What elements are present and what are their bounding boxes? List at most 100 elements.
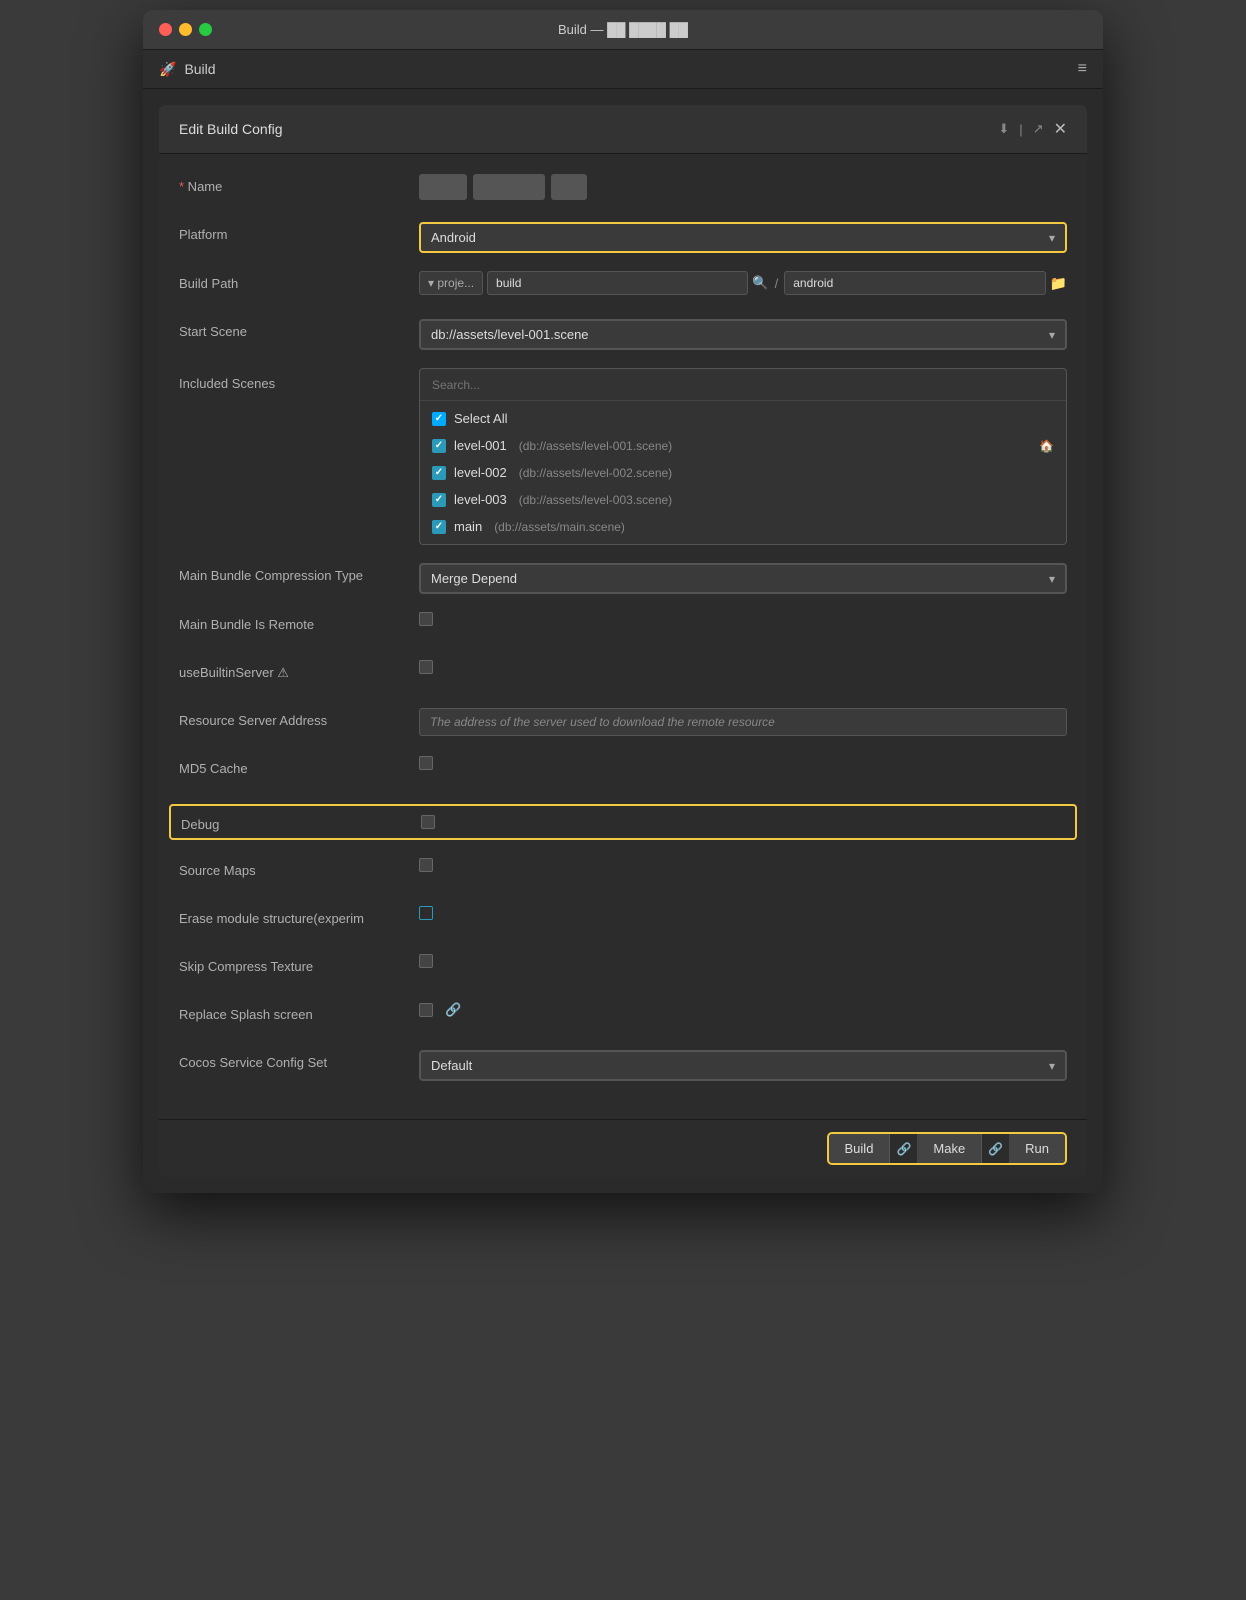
scenes-container: ✓ Select All ✓ level-001 (db://assets/ <box>419 368 1067 545</box>
cocos-service-select[interactable]: Default ▾ <box>419 1050 1067 1081</box>
build-folder-input[interactable]: build <box>487 271 748 295</box>
app-icon: 🚀 <box>159 61 176 78</box>
scene-item-level-003[interactable]: ✓ level-003 (db://assets/level-003.scene… <box>420 486 1066 513</box>
panel-header-actions: ⬇ | ↗ ✕ <box>998 119 1067 139</box>
run-button[interactable]: Run <box>1009 1134 1065 1163</box>
main-bundle-compression-row: Main Bundle Compression Type Merge Depen… <box>179 563 1067 594</box>
select-all-item[interactable]: ✓ Select All <box>420 405 1066 432</box>
select-all-label: Select All <box>454 411 507 426</box>
android-folder-input[interactable]: android <box>784 271 1045 295</box>
name-block-3 <box>551 174 587 200</box>
use-builtin-server-control <box>419 660 1067 674</box>
build-path-prefix[interactable]: ▾ proje... <box>419 271 483 295</box>
source-maps-control <box>419 858 1067 872</box>
scene-name-level-001: level-001 <box>454 438 507 453</box>
main-bundle-compression-control: Merge Depend ▾ <box>419 563 1067 594</box>
scene-name-level-003: level-003 <box>454 492 507 507</box>
menu-icon[interactable]: ≡ <box>1078 60 1087 78</box>
md5-cache-control <box>419 756 1067 770</box>
scenes-list: ✓ Select All ✓ level-001 (db://assets/ <box>420 401 1066 544</box>
debug-checkbox[interactable] <box>421 815 435 829</box>
erase-module-control <box>419 906 1067 920</box>
source-maps-checkbox[interactable] <box>419 858 433 872</box>
scene-checkbox-main[interactable]: ✓ <box>432 520 446 534</box>
main-bundle-remote-label: Main Bundle Is Remote <box>179 612 419 632</box>
main-bundle-compression-label: Main Bundle Compression Type <box>179 563 419 583</box>
platform-select[interactable]: Android ▾ <box>419 222 1067 253</box>
resource-server-input[interactable]: The address of the server used to downlo… <box>419 708 1067 736</box>
included-scenes-row: Included Scenes ✓ Select All <box>179 368 1067 545</box>
header-divider: | <box>1019 122 1022 137</box>
scene-path-level-003: (db://assets/level-003.scene) <box>519 493 672 507</box>
scene-item-main[interactable]: ✓ main (db://assets/main.scene) <box>420 513 1066 540</box>
cocos-service-row: Cocos Service Config Set Default ▾ <box>179 1050 1067 1081</box>
panel-content: * Name Platform Android ▾ <box>159 154 1087 1119</box>
platform-value: Android <box>431 230 476 245</box>
scene-path-level-002: (db://assets/level-002.scene) <box>519 466 672 480</box>
search-icon[interactable]: 🔍 <box>752 275 768 291</box>
scenes-search-input[interactable] <box>432 378 1054 392</box>
app-bar: 🚀 Build ≡ <box>143 50 1103 89</box>
cocos-service-control: Default ▾ <box>419 1050 1067 1081</box>
close-icon[interactable]: ✕ <box>1054 119 1067 139</box>
build-button[interactable]: Build <box>829 1134 891 1163</box>
start-scene-control: db://assets/level-001.scene ▾ <box>419 319 1067 350</box>
bottom-toolbar: Build 🔗 Make 🔗 Run <box>159 1119 1087 1177</box>
minimize-traffic-light[interactable] <box>179 23 192 36</box>
use-builtin-server-checkbox[interactable] <box>419 660 433 674</box>
export-icon[interactable]: ↗ <box>1033 121 1044 137</box>
scene-item-level-001[interactable]: ✓ level-001 (db://assets/level-001.scene… <box>420 432 1066 459</box>
name-row: * Name <box>179 174 1067 204</box>
external-link-icon[interactable]: 🔗 <box>445 1002 461 1018</box>
use-builtin-server-label: useBuiltinServer ⚠ <box>179 660 419 681</box>
build-link-icon: 🔗 <box>890 1142 917 1156</box>
scene-path-level-001: (db://assets/level-001.scene) <box>519 439 672 453</box>
scenes-search <box>420 369 1066 401</box>
maximize-traffic-light[interactable] <box>199 23 212 36</box>
scene-name-level-002: level-002 <box>454 465 507 480</box>
scene-checkbox-level-002[interactable]: ✓ <box>432 466 446 480</box>
scene-checkbox-level-003[interactable]: ✓ <box>432 493 446 507</box>
make-button[interactable]: Make <box>917 1134 982 1163</box>
platform-chevron-icon: ▾ <box>1049 231 1055 245</box>
main-bundle-remote-control <box>419 612 1067 626</box>
name-block-2 <box>473 174 545 200</box>
panel-header: Edit Build Config ⬇ | ↗ ✕ <box>159 105 1087 154</box>
scene-item-level-002[interactable]: ✓ level-002 (db://assets/level-002.scene… <box>420 459 1066 486</box>
make-link-icon: 🔗 <box>982 1142 1009 1156</box>
md5-cache-row: MD5 Cache <box>179 756 1067 786</box>
source-maps-label: Source Maps <box>179 858 419 878</box>
scene-checkbox-level-001[interactable]: ✓ <box>432 439 446 453</box>
cocos-service-label: Cocos Service Config Set <box>179 1050 419 1070</box>
name-label: * Name <box>179 174 419 194</box>
resource-server-placeholder: The address of the server used to downlo… <box>430 715 775 729</box>
select-all-checkbox[interactable]: ✓ <box>432 412 446 426</box>
resource-server-row: Resource Server Address The address of t… <box>179 708 1067 738</box>
main-bundle-remote-checkbox[interactable] <box>419 612 433 626</box>
included-scenes-control: ✓ Select All ✓ level-001 (db://assets/ <box>419 368 1067 545</box>
skip-compress-control <box>419 954 1067 968</box>
start-scene-value: db://assets/level-001.scene <box>431 327 589 342</box>
home-icon-level-001: 🏠 <box>1039 439 1054 453</box>
skip-compress-row: Skip Compress Texture <box>179 954 1067 984</box>
replace-splash-label: Replace Splash screen <box>179 1002 419 1022</box>
close-traffic-light[interactable] <box>159 23 172 36</box>
resource-server-label: Resource Server Address <box>179 708 419 728</box>
save-icon[interactable]: ⬇ <box>998 121 1009 137</box>
compression-chevron-icon: ▾ <box>1049 572 1055 586</box>
main-bundle-compression-select[interactable]: Merge Depend ▾ <box>419 563 1067 594</box>
md5-cache-checkbox[interactable] <box>419 756 433 770</box>
start-scene-select[interactable]: db://assets/level-001.scene ▾ <box>419 319 1067 350</box>
skip-compress-checkbox[interactable] <box>419 954 433 968</box>
build-btn-group: Build 🔗 Make 🔗 Run <box>827 1132 1067 1165</box>
platform-control: Android ▾ <box>419 222 1067 253</box>
erase-module-row: Erase module structure(experim <box>179 906 1067 936</box>
debug-row: Debug <box>169 804 1077 840</box>
erase-module-checkbox[interactable] <box>419 906 433 920</box>
name-block-1 <box>419 174 467 200</box>
replace-splash-checkbox[interactable] <box>419 1003 433 1017</box>
folder-icon[interactable]: 📁 <box>1050 275 1067 292</box>
main-window: Build — ██ ████ ██ 🚀 Build ≡ Edit Build … <box>143 10 1103 1193</box>
start-scene-label: Start Scene <box>179 319 419 339</box>
title-bar: Build — ██ ████ ██ <box>143 10 1103 50</box>
